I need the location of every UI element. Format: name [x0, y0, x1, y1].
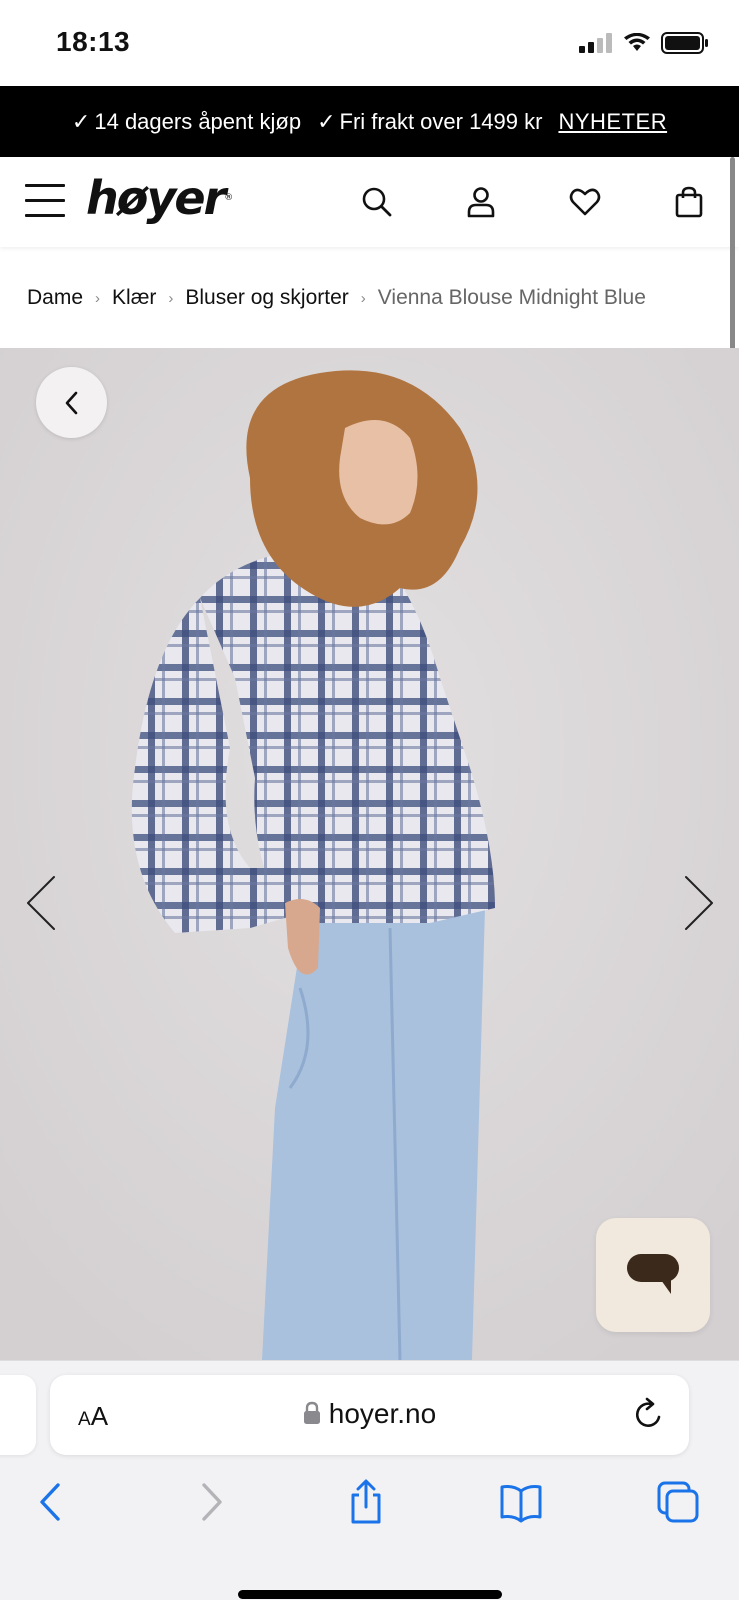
- browser-back-icon[interactable]: [30, 1479, 74, 1525]
- site-logo[interactable]: høyer®: [86, 171, 233, 225]
- wishlist-heart-icon[interactable]: [568, 185, 602, 219]
- checkmark-icon: ✓: [317, 108, 336, 134]
- news-link[interactable]: NYHETER: [558, 109, 667, 135]
- breadcrumb-klaer[interactable]: Klær: [112, 286, 156, 310]
- product-image-gallery[interactable]: [0, 348, 739, 1360]
- address-bar[interactable]: AA hoyer.no: [50, 1375, 689, 1455]
- breadcrumb-separator-icon: ›: [360, 289, 366, 307]
- back-button[interactable]: [36, 367, 107, 438]
- search-icon[interactable]: [360, 185, 394, 219]
- account-icon[interactable]: [464, 185, 498, 219]
- status-icons: [579, 32, 709, 54]
- chevron-left-icon: [65, 391, 77, 414]
- browser-forward-icon[interactable]: [188, 1479, 232, 1525]
- tabs-icon[interactable]: [656, 1479, 700, 1525]
- browser-toolbar: [0, 1479, 739, 1539]
- previous-tab-preview[interactable]: [0, 1375, 36, 1455]
- product-photo: [0, 348, 739, 1360]
- share-icon[interactable]: [344, 1479, 388, 1525]
- lock-icon: [303, 1401, 320, 1424]
- next-image-arrow-icon[interactable]: [682, 873, 718, 933]
- promo-item-open-purchase: ✓ 14 dagers åpent kjøp: [71, 108, 302, 134]
- battery-icon: [661, 32, 708, 54]
- bookmarks-icon[interactable]: [499, 1479, 543, 1525]
- home-indicator[interactable]: [238, 1590, 502, 1599]
- promo-item-free-shipping: ✓ Fri frakt over 1499 kr: [317, 108, 543, 134]
- status-time: 18:13: [56, 26, 131, 57]
- breadcrumb: Dame › Klær › Bluser og skjorter › Vienn…: [27, 286, 646, 310]
- status-bar: 18:13: [0, 0, 739, 86]
- chat-button[interactable]: [596, 1218, 710, 1332]
- breadcrumb-separator-icon: ›: [95, 289, 101, 307]
- checkmark-icon: ✓: [71, 108, 91, 134]
- previous-image-arrow-icon[interactable]: [22, 873, 58, 933]
- browser-chrome: AA hoyer.no: [0, 1360, 739, 1600]
- breadcrumb-bluser-og-skjorter[interactable]: Bluser og skjorter: [185, 286, 348, 310]
- shopping-bag-icon[interactable]: [672, 185, 706, 219]
- cellular-signal-icon: [579, 33, 612, 53]
- breadcrumb-current-product: Vienna Blouse Midnight Blue: [377, 286, 646, 309]
- breadcrumb-dame[interactable]: Dame: [27, 286, 83, 310]
- url-display[interactable]: hoyer.no: [50, 1398, 689, 1430]
- hamburger-menu-icon[interactable]: [25, 184, 65, 218]
- chat-bubble-icon: [627, 1254, 679, 1294]
- reload-icon[interactable]: [633, 1397, 665, 1431]
- wifi-icon: [624, 33, 650, 51]
- site-header: høyer®: [0, 157, 739, 247]
- breadcrumb-separator-icon: ›: [168, 289, 174, 307]
- promo-banner: ✓ 14 dagers åpent kjøp ✓ Fri frakt over 14…: [0, 86, 739, 157]
